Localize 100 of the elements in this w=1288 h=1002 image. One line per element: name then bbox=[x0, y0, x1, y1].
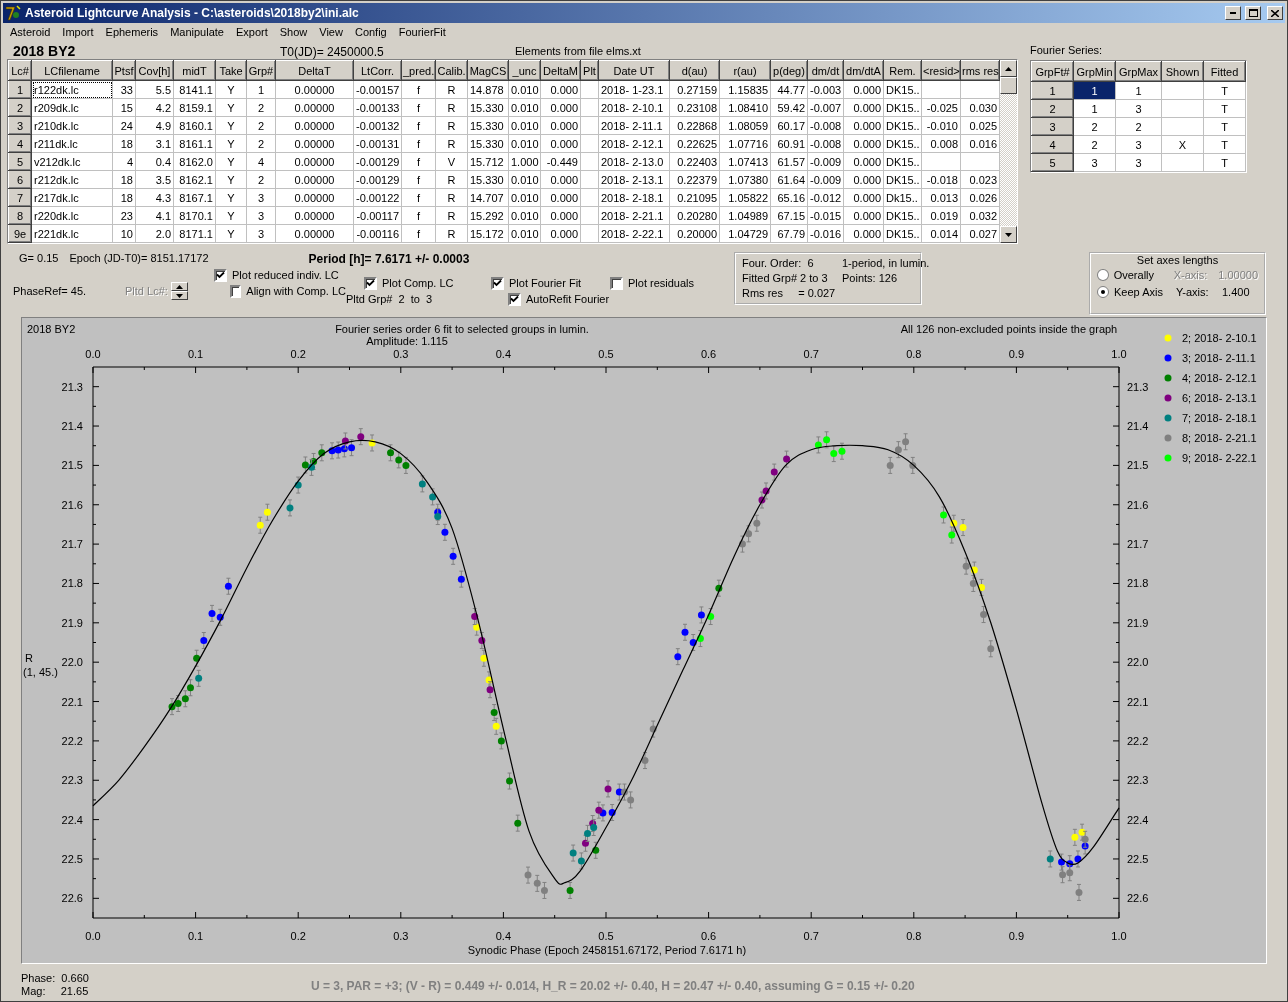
checkbox[interactable] bbox=[214, 268, 227, 282]
info-text: 1-period, in lumin. bbox=[842, 257, 931, 269]
menu-item[interactable]: Manipulate bbox=[164, 26, 230, 38]
y-tick-label: 21.6 bbox=[61, 498, 83, 511]
scroll-up-button[interactable] bbox=[1000, 60, 1017, 77]
menu-item[interactable]: FourierFit bbox=[392, 26, 452, 38]
y-tick-label: 22.6 bbox=[1127, 892, 1149, 905]
column-header[interactable]: midT bbox=[173, 60, 216, 81]
data-point bbox=[783, 450, 791, 468]
column-header[interactable]: p(deg) bbox=[770, 60, 808, 81]
column-header[interactable]: Calib. bbox=[435, 60, 468, 81]
column-header[interactable]: MagCS bbox=[467, 60, 509, 81]
spinner[interactable] bbox=[170, 282, 188, 300]
point bbox=[770, 468, 778, 476]
point bbox=[783, 455, 791, 463]
close-button[interactable] bbox=[1267, 6, 1283, 20]
radio-button[interactable] bbox=[1097, 285, 1109, 298]
column-header[interactable]: GrpMin bbox=[1073, 61, 1116, 82]
chart-title: Fourier series order 6 fit to selected groups in lumin. bbox=[335, 323, 589, 335]
x-tick-label: 0.4 bbox=[495, 930, 512, 942]
point bbox=[256, 521, 264, 529]
point bbox=[753, 519, 761, 527]
column-header[interactable]: LCfilename bbox=[31, 60, 113, 81]
y-tick-label: 21.8 bbox=[1127, 577, 1149, 590]
point bbox=[830, 450, 838, 458]
maximize-button[interactable] bbox=[1245, 6, 1261, 20]
menu-item[interactable]: Export bbox=[229, 26, 274, 38]
column-header[interactable]: dm/dt bbox=[807, 60, 844, 81]
column-header[interactable]: <resid> bbox=[921, 60, 961, 81]
point bbox=[457, 575, 465, 583]
menu-item[interactable]: Show bbox=[273, 26, 314, 38]
x-tick-label: 0.2 bbox=[290, 348, 306, 360]
column-header[interactable]: DeltaM bbox=[540, 60, 581, 81]
checkbox-label: Align with Comp. LC bbox=[246, 285, 346, 297]
column-header[interactable]: Date UT bbox=[598, 60, 670, 81]
checkbox[interactable] bbox=[491, 276, 504, 290]
column-header[interactable]: DeltaT bbox=[275, 60, 354, 81]
x-tick-label: 0.7 bbox=[803, 930, 819, 942]
checkbox[interactable] bbox=[230, 284, 242, 298]
column-header[interactable]: _pred. bbox=[401, 60, 436, 81]
column-header[interactable]: dm/dtA bbox=[843, 60, 884, 81]
checkbox[interactable] bbox=[610, 276, 623, 290]
vertical-scrollbar[interactable] bbox=[1000, 60, 1017, 243]
amplitude-text: Amplitude: 1.115 bbox=[366, 335, 448, 347]
point bbox=[348, 444, 356, 452]
y-tick-label: 21.7 bbox=[61, 538, 83, 551]
column-header[interactable]: Grp# bbox=[246, 60, 276, 81]
column-header[interactable]: GrpFt# bbox=[1031, 61, 1074, 82]
scroll-down-button[interactable] bbox=[1000, 226, 1017, 243]
data-point bbox=[649, 720, 657, 738]
point bbox=[395, 456, 403, 464]
y-tick-label: 21.3 bbox=[1127, 380, 1149, 393]
x-tick-label: 0.4 bbox=[495, 348, 512, 360]
spin-down-button[interactable] bbox=[170, 291, 188, 300]
close-icon bbox=[1271, 9, 1279, 17]
menu-item[interactable]: Config bbox=[348, 26, 393, 38]
x-tick-label: 0.9 bbox=[1008, 930, 1025, 942]
legend-label: 6; 2018- 2-13.1 bbox=[1182, 392, 1257, 404]
checkbox[interactable] bbox=[508, 292, 521, 306]
y-tick-label: 22.5 bbox=[61, 852, 83, 865]
point bbox=[969, 579, 977, 587]
point bbox=[434, 513, 442, 521]
x-tick-label: 0.3 bbox=[393, 930, 409, 942]
data-point bbox=[987, 640, 995, 658]
column-header[interactable]: Rem. bbox=[883, 60, 922, 81]
point bbox=[569, 849, 577, 857]
column-header[interactable]: d(au) bbox=[669, 60, 720, 81]
column-header[interactable]: rms res bbox=[960, 60, 1000, 81]
x-tick-label: 0.6 bbox=[700, 930, 717, 942]
column-header[interactable]: Fitted bbox=[1203, 61, 1246, 82]
point bbox=[838, 447, 846, 455]
point bbox=[387, 449, 395, 457]
menu-item[interactable]: Ephemeris bbox=[99, 26, 165, 38]
column-header[interactable]: r(au) bbox=[719, 60, 771, 81]
maximize-icon bbox=[1248, 9, 1258, 17]
spin-up-button[interactable] bbox=[170, 282, 188, 291]
column-header[interactable]: Ptsf bbox=[112, 60, 136, 81]
checkbox-label: Plot Comp. LC bbox=[382, 277, 454, 289]
point bbox=[948, 531, 956, 539]
column-header[interactable]: Take bbox=[215, 60, 247, 81]
scrollbar-thumb[interactable] bbox=[1000, 77, 1017, 94]
menu-item[interactable]: Import bbox=[56, 26, 100, 38]
column-header[interactable]: GrpMax bbox=[1115, 61, 1162, 82]
data-point bbox=[674, 648, 682, 666]
axis-value: 1.400 bbox=[1222, 285, 1250, 298]
column-header[interactable]: Shown bbox=[1161, 61, 1204, 82]
point bbox=[959, 524, 967, 532]
menu-item[interactable]: Asteroid bbox=[4, 26, 57, 38]
column-header[interactable]: Cov[h] bbox=[135, 60, 174, 81]
y-tick-label: 22.0 bbox=[61, 656, 83, 669]
column-header[interactable]: Lc# bbox=[8, 60, 32, 81]
minimize-button[interactable] bbox=[1225, 6, 1241, 20]
column-header[interactable]: _unc bbox=[508, 60, 541, 81]
menu-item[interactable]: View bbox=[313, 26, 349, 38]
checkbox[interactable] bbox=[364, 276, 377, 290]
elements-text: Elements from file elms.xt bbox=[515, 45, 641, 59]
checkbox-label: Plot reduced indiv. LC bbox=[232, 269, 339, 281]
column-header[interactable]: LtCorr. bbox=[353, 60, 402, 81]
point bbox=[641, 757, 649, 765]
axis-label: X-axis: bbox=[1173, 268, 1209, 281]
